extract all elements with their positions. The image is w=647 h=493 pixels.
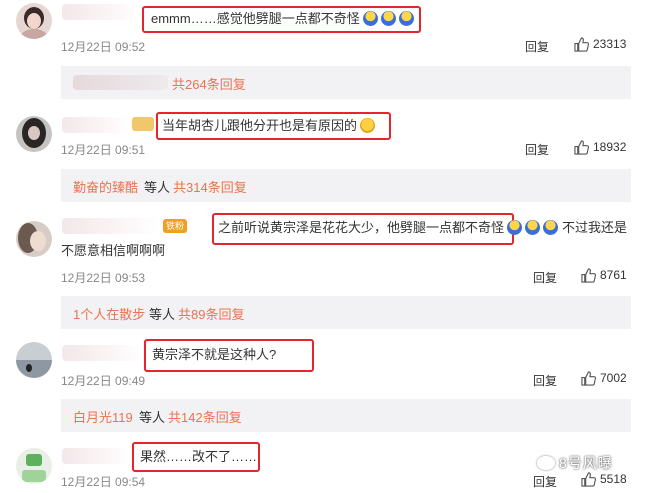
comment-time: 12月22日 09:52 [61, 40, 146, 54]
like-button[interactable]: 7002 [581, 371, 639, 387]
username-blurred[interactable] [62, 448, 132, 464]
crying-face-emoji [398, 11, 414, 26]
comment-text-line2: 不愿意相信啊啊啊 [61, 243, 166, 258]
crying-face-emoji [525, 220, 541, 235]
thumbs-up-icon [574, 140, 589, 155]
thumbs-up-icon [581, 268, 596, 283]
comment-time: 12月22日 09:53 [61, 271, 146, 285]
comment-body: 当年胡杏儿跟他分开也是有原因的 [162, 118, 358, 133]
comment-body-tail: 不过我还是 [562, 220, 628, 235]
wechat-logo-icon [537, 456, 555, 470]
laughing-face-emoji [360, 118, 376, 133]
like-button[interactable]: 8761 [581, 268, 639, 284]
comment-item: 当年胡杏儿跟他分开也是有原因的 12月22日 09:51 回复 18932 勤奋… [0, 108, 647, 202]
reply-button[interactable]: 回复 [525, 141, 549, 158]
reply-count[interactable]: 共142条回复 [168, 407, 242, 426]
comment-text: emmm……感觉他劈腿一点都不奇怪 [151, 10, 414, 28]
comment-text: 黄宗泽不就是这种人? [152, 346, 276, 364]
reply-etc: 等人 [149, 307, 176, 322]
comment-text: 当年胡杏儿跟他分开也是有原因的 [162, 117, 376, 135]
comment-item: emmm……感觉他劈腿一点都不奇怪 12月22日 09:52 回复 23313 … [0, 0, 647, 99]
like-button[interactable]: 18932 [574, 140, 639, 156]
comment-body: emmm……感觉他劈腿一点都不奇怪 [151, 11, 360, 26]
crying-face-emoji [380, 11, 396, 26]
avatar[interactable] [16, 116, 52, 152]
avatar[interactable] [16, 221, 52, 257]
comment-text: 果然……改不了…… [140, 448, 257, 466]
fan-badge-icon [132, 117, 154, 131]
replier-name[interactable]: 白月光119 [73, 407, 133, 426]
comment-time: 12月22日 09:54 [61, 475, 146, 489]
reply-button[interactable]: 回复 [525, 38, 549, 55]
reply-button[interactable]: 回复 [533, 269, 557, 286]
reply-summary[interactable]: 1个人在散步 等人 共89条回复 [61, 296, 631, 329]
comment-item: 铁粉 之前听说黄宗泽是花花大少，他劈腿一点都不奇怪 不过我还是 不愿意相信啊啊啊 … [0, 211, 647, 331]
username-blurred[interactable] [62, 117, 130, 133]
like-count: 7002 [600, 371, 627, 385]
replier-name[interactable]: 勤奋的臻酷 [73, 177, 138, 196]
comment-item: 黄宗泽不就是这种人? 12月22日 09:49 回复 7002 白月光119 等… [0, 337, 647, 432]
watermark-text: 8号风曝 [559, 455, 613, 471]
reply-button[interactable]: 回复 [533, 372, 557, 389]
comment-time: 12月22日 09:49 [61, 374, 146, 388]
comment-body: 黄宗泽不就是这种人? [152, 347, 277, 362]
crying-face-emoji [362, 11, 378, 26]
comment-text: 之前听说黄宗泽是花花大少，他劈腿一点都不奇怪 不过我还是 [218, 219, 627, 237]
reply-etc: 等人 [139, 410, 166, 425]
reply-button[interactable]: 回复 [533, 473, 557, 490]
thumbs-up-icon [574, 37, 589, 52]
like-count: 5518 [600, 472, 627, 486]
fan-badge: 铁粉 [163, 219, 188, 233]
like-count: 23313 [593, 37, 627, 51]
fan-badge-label: 铁粉 [166, 221, 185, 231]
reply-summary[interactable]: 勤奋的臻酷 等人 共314条回复 [61, 169, 631, 202]
like-button[interactable]: 23313 [574, 37, 639, 53]
crying-face-emoji [507, 220, 523, 235]
like-count: 8761 [600, 268, 627, 282]
reply-count[interactable]: 共314条回复 [173, 177, 247, 196]
username-blurred[interactable] [62, 4, 142, 20]
reply-count[interactable]: 共89条回复 [178, 304, 244, 323]
like-button[interactable]: 5518 [581, 472, 639, 488]
replier-name[interactable]: 1个人在散步 [73, 304, 145, 323]
avatar[interactable] [16, 3, 52, 39]
crying-face-emoji [543, 220, 559, 235]
reply-summary[interactable]: 白月光119 等人 共142条回复 [61, 399, 631, 432]
like-count: 18932 [593, 140, 627, 154]
avatar[interactable] [16, 342, 52, 378]
comment-body: 果然……改不了…… [140, 449, 258, 464]
reply-summary[interactable]: 共264条回复 [61, 66, 631, 99]
thumbs-up-icon [581, 371, 596, 386]
thumbs-up-icon [581, 472, 596, 487]
comment-body: 之前听说黄宗泽是花花大少，他劈腿一点都不奇怪 [218, 220, 505, 235]
avatar[interactable] [16, 448, 52, 484]
username-blurred[interactable] [62, 345, 144, 361]
username-blurred[interactable] [62, 218, 160, 234]
watermark: 8号风曝 [537, 453, 613, 473]
comment-time: 12月22日 09:51 [61, 143, 146, 157]
replier-name-blurred [73, 75, 168, 90]
reply-count[interactable]: 共264条回复 [172, 74, 246, 93]
reply-etc: 等人 [144, 180, 171, 195]
